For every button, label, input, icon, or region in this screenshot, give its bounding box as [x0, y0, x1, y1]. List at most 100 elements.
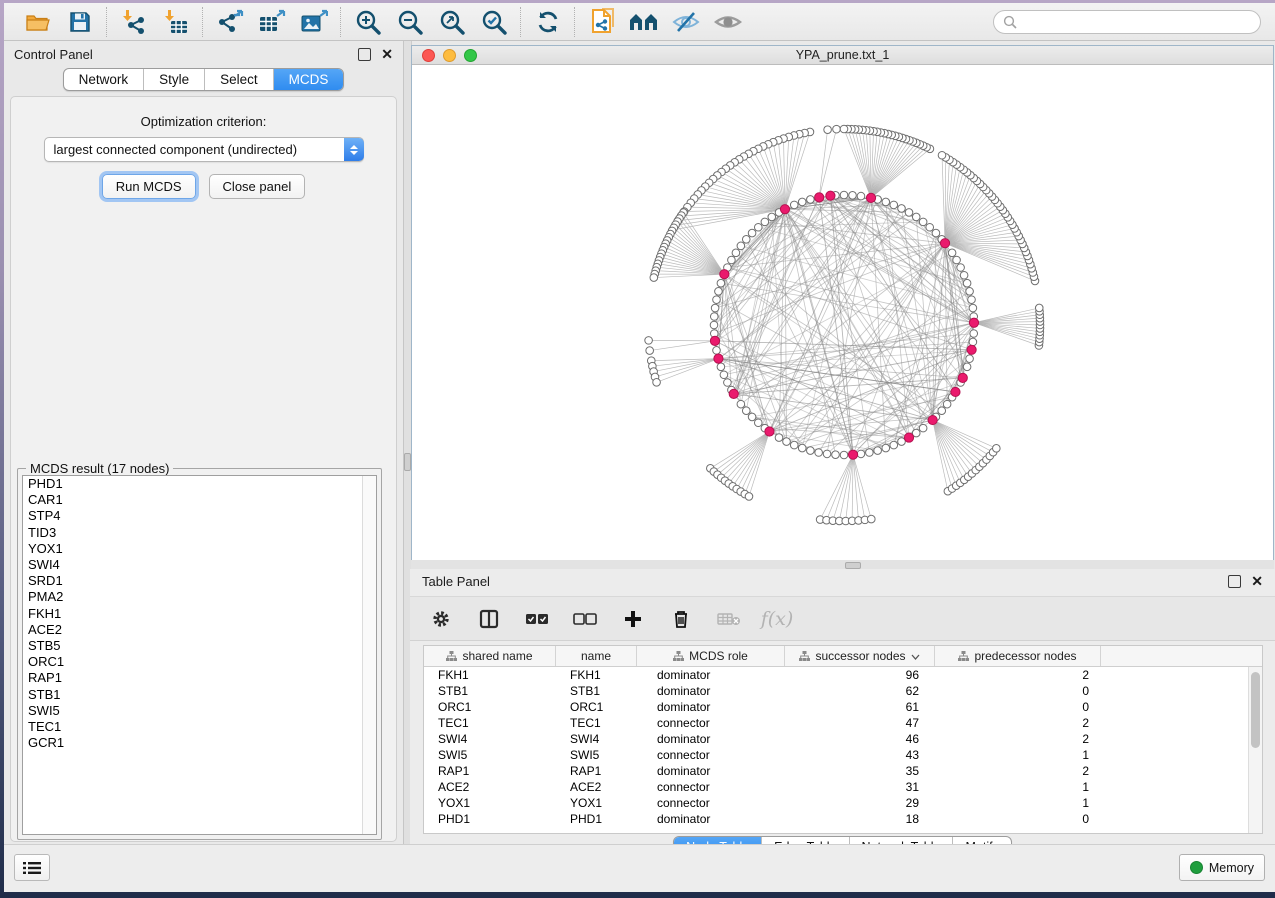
table-cell[interactable]: RAP1 [424, 764, 556, 778]
graph-node[interactable] [710, 321, 718, 329]
graph-node[interactable] [960, 271, 968, 279]
table-cell[interactable]: 2 [935, 716, 1101, 730]
import-table-button[interactable] [162, 8, 190, 36]
delete-column-button[interactable] [668, 606, 694, 632]
select-all-checkboxes-button[interactable] [524, 606, 550, 632]
graph-node[interactable] [943, 400, 951, 408]
graph-node[interactable] [948, 249, 956, 257]
graph-node[interactable] [968, 296, 976, 304]
graph-node[interactable] [832, 451, 840, 459]
result-list-item[interactable]: TID3 [23, 525, 376, 541]
table-cell[interactable]: 1 [935, 748, 1101, 762]
table-cell[interactable]: RAP1 [556, 764, 637, 778]
graph-node[interactable] [713, 347, 721, 355]
zoom-in-button[interactable] [354, 8, 382, 36]
column-header-shared-name[interactable]: shared name [424, 646, 556, 666]
network-from-file-button[interactable] [588, 8, 616, 36]
table-cell[interactable]: 47 [785, 716, 935, 730]
graph-node[interactable] [798, 198, 806, 206]
table-cell[interactable]: 62 [785, 684, 935, 698]
table-cell[interactable]: PHD1 [424, 812, 556, 826]
graph-node[interactable] [748, 229, 756, 237]
table-cell[interactable]: FKH1 [556, 668, 637, 682]
graph-node[interactable] [993, 445, 1001, 453]
result-list-item[interactable]: SWI4 [23, 557, 376, 573]
table-cell[interactable]: connector [637, 748, 785, 762]
column-header-predecessor-nodes[interactable]: predecessor nodes [935, 646, 1101, 666]
graph-node[interactable] [807, 196, 815, 204]
graph-node[interactable] [713, 296, 721, 304]
graph-node[interactable] [761, 218, 769, 226]
table-cell[interactable]: SWI4 [424, 732, 556, 746]
splitter-handle[interactable] [845, 562, 861, 569]
settings-gear-button[interactable] [428, 606, 454, 632]
graph-node[interactable] [967, 345, 976, 354]
table-cell[interactable]: YOX1 [556, 796, 637, 810]
graph-node[interactable] [905, 209, 913, 217]
graph-node[interactable] [765, 427, 774, 436]
table-cell[interactable]: connector [637, 796, 785, 810]
graph-node[interactable] [650, 274, 658, 282]
refresh-button[interactable] [534, 8, 562, 36]
table-cell[interactable]: connector [637, 780, 785, 794]
optimization-criterion-select[interactable]: largest connected component (undirected) [44, 137, 364, 162]
table-row[interactable]: PHD1PHD1dominator180 [424, 811, 1262, 827]
table-cell[interactable]: 2 [935, 668, 1101, 682]
graph-node[interactable] [969, 304, 977, 312]
network-window-titlebar[interactable]: YPA_prune.txt_1 [412, 46, 1273, 65]
graph-node[interactable] [882, 444, 890, 452]
table-row[interactable]: FKH1FKH1dominator962 [424, 667, 1262, 683]
graph-node[interactable] [714, 354, 723, 363]
tab-network[interactable]: Network [64, 69, 144, 90]
network-canvas[interactable] [412, 65, 1273, 560]
graph-node[interactable] [874, 447, 882, 455]
graph-node[interactable] [710, 313, 718, 321]
result-list-item[interactable]: SRD1 [23, 573, 376, 589]
table-cell[interactable]: ACE2 [556, 780, 637, 794]
table-cell[interactable]: dominator [637, 668, 785, 682]
table-row[interactable]: SWI4SWI4dominator462 [424, 731, 1262, 747]
export-image-button[interactable] [300, 8, 328, 36]
graph-node[interactable] [737, 400, 745, 408]
table-row[interactable]: ACE2ACE2connector311 [424, 779, 1262, 795]
result-list-item[interactable]: FKH1 [23, 606, 376, 622]
graph-node[interactable] [710, 336, 719, 345]
table-cell[interactable]: 1 [935, 796, 1101, 810]
table-cell[interactable]: PHD1 [556, 812, 637, 826]
save-session-button[interactable] [66, 8, 94, 36]
result-list-item[interactable]: ACE2 [23, 622, 376, 638]
graph-node[interactable] [1035, 304, 1043, 312]
tab-mcds[interactable]: MCDS [273, 69, 344, 90]
result-list-item[interactable]: CAR1 [23, 492, 376, 508]
table-row[interactable]: ORC1ORC1dominator610 [424, 699, 1262, 715]
scrollbar-thumb[interactable] [1251, 672, 1260, 748]
result-list-item[interactable]: PMA2 [23, 589, 376, 605]
table-cell[interactable]: SWI4 [556, 732, 637, 746]
graph-node[interactable] [742, 407, 750, 415]
hide-selected-button[interactable] [672, 8, 700, 36]
graph-node[interactable] [823, 450, 831, 458]
show-all-button[interactable] [714, 8, 742, 36]
table-cell[interactable]: 0 [935, 812, 1101, 826]
graph-node[interactable] [742, 235, 750, 243]
graph-node[interactable] [790, 201, 798, 209]
graph-node[interactable] [768, 213, 776, 221]
table-row[interactable]: SWI5SWI5connector431 [424, 747, 1262, 763]
graph-node[interactable] [857, 450, 865, 458]
close-panel-icon[interactable]: ✕ [381, 49, 393, 60]
search-box[interactable] [993, 10, 1261, 34]
table-cell[interactable]: 96 [785, 668, 935, 682]
graph-node[interactable] [815, 449, 823, 457]
graph-node[interactable] [928, 415, 937, 424]
graph-node[interactable] [912, 213, 920, 221]
zoom-fit-button[interactable] [438, 8, 466, 36]
graph-node[interactable] [826, 191, 835, 200]
table-cell[interactable]: TEC1 [556, 716, 637, 730]
table-cell[interactable]: 2 [935, 732, 1101, 746]
graph-node[interactable] [963, 363, 971, 371]
graph-node[interactable] [824, 126, 832, 134]
graph-node[interactable] [728, 256, 736, 264]
graph-node[interactable] [711, 304, 719, 312]
column-header-name[interactable]: name [556, 646, 637, 666]
first-neighbors-button[interactable] [630, 8, 658, 36]
